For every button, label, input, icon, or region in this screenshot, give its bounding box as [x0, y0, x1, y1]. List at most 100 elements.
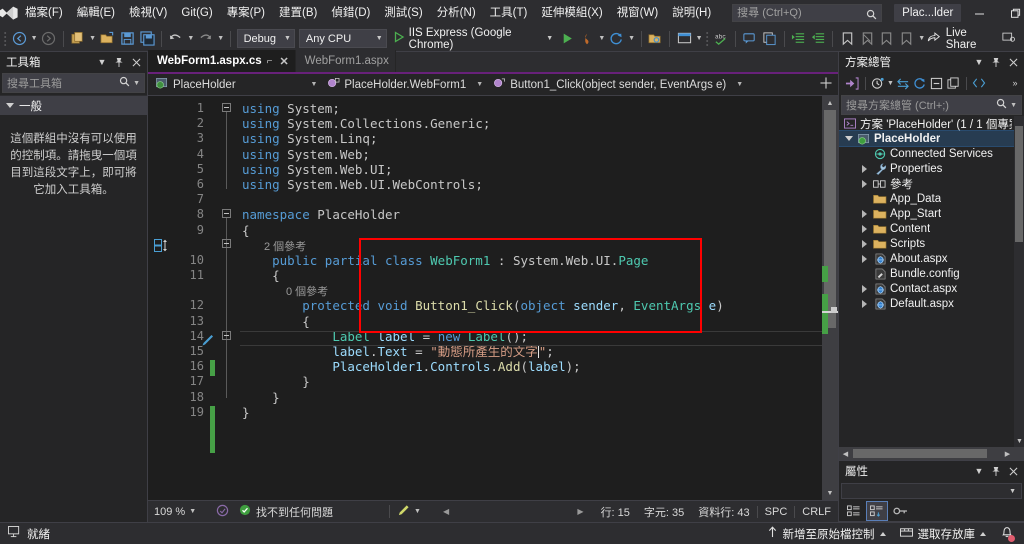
code-cleanup-dropdown-icon[interactable]: ▼ [414, 508, 421, 515]
view-code-icon[interactable] [971, 75, 987, 91]
menu-project[interactable]: 專案(P) [220, 2, 272, 24]
solution-explorer-search-box[interactable]: 搜尋方案總管 (Ctrl+;) ▼ [841, 95, 1022, 115]
tree-item-app-start[interactable]: App_Start [839, 206, 1024, 221]
select-repository-button[interactable]: 選取存放庫 [894, 524, 993, 544]
properties-menu-icon[interactable]: ▼ [972, 463, 986, 479]
expanded-triangle-icon-project[interactable] [843, 136, 854, 141]
properties-pin-icon[interactable] [989, 463, 1003, 479]
breadcrumb-project[interactable]: PlaceHolder [152, 75, 240, 95]
redo-dropdown-icon[interactable]: ▼ [216, 28, 226, 50]
browser-preview-icon[interactable] [646, 28, 666, 50]
menu-tools[interactable]: 工具(T) [483, 2, 535, 24]
tree-item-about-aspx[interactable]: About.aspx [839, 251, 1024, 266]
toolbar-grip[interactable] [2, 30, 9, 48]
code-lens-method[interactable]: 0 個參考 [240, 283, 822, 298]
menu-window[interactable]: 視窗(W) [610, 2, 666, 24]
solution-tree-horizontal-scrollbar[interactable]: ◀ ▶ [839, 447, 1024, 460]
minimize-button[interactable] [961, 0, 997, 26]
collapsed-triangle-icon-properties[interactable] [859, 165, 870, 173]
tree-item-placeholder-project[interactable]: PlaceHolder [839, 131, 1024, 146]
redo-icon[interactable] [196, 28, 216, 50]
tree-item-properties[interactable]: Properties [839, 161, 1024, 176]
menu-help[interactable]: 說明(H) [665, 2, 718, 24]
menu-edit[interactable]: 編輯(E) [70, 2, 122, 24]
line-ending-indicator[interactable]: CRLF [794, 506, 838, 518]
hscroll-thumb[interactable] [853, 449, 987, 458]
live-share-button[interactable]: Live Share [927, 27, 1024, 51]
save-icon[interactable] [117, 28, 137, 50]
hscroll-left-arrow-icon[interactable]: ◀ [839, 447, 852, 460]
solution-tree[interactable]: 方案 'PlaceHolder' (1 / 1 個專案 ▲ PlaceHolde… [839, 116, 1024, 447]
breadcrumb-project-dropdown-icon[interactable]: ▼ [304, 81, 323, 88]
properties-close-icon[interactable] [1006, 463, 1020, 479]
notifications-button[interactable] [994, 524, 1016, 544]
save-all-icon[interactable] [137, 28, 157, 50]
menu-debug[interactable]: 偵錯(D) [324, 2, 377, 24]
breadcrumb-member[interactable]: Button1_Click(object sender, EventArgs e… [489, 75, 730, 95]
pending-changes-dropdown-icon[interactable]: ▼ [887, 80, 894, 87]
menu-extensions[interactable]: 延伸模組(X) [534, 2, 609, 24]
solution-explorer-overflow-icon[interactable]: » [1010, 75, 1024, 91]
toggle-bookmark-icon[interactable] [837, 28, 857, 50]
navigate-backward-dropdown-icon[interactable]: ▼ [29, 28, 39, 50]
collapsed-triangle-icon-content[interactable] [859, 225, 870, 233]
collapsed-triangle-icon-about[interactable] [859, 255, 870, 263]
menu-view[interactable]: 檢視(V) [122, 2, 174, 24]
navigate-forward-icon[interactable] [39, 28, 59, 50]
menu-test[interactable]: 測試(S) [377, 2, 429, 24]
breadcrumb-type[interactable]: PlaceHolder.WebForm1 [323, 75, 470, 95]
new-project-dropdown-icon[interactable]: ▼ [88, 28, 98, 50]
alphabetical-view-icon[interactable] [867, 502, 887, 520]
global-search-input[interactable] [737, 7, 877, 19]
solution-explorer-pin-icon[interactable] [989, 54, 1003, 70]
solution-explorer-close-icon[interactable] [1006, 54, 1020, 70]
status-collapse-right-icon[interactable]: ▶ [577, 507, 593, 516]
breadcrumb-member-dropdown-icon[interactable]: ▼ [730, 81, 749, 88]
solution-explorer-home-icon[interactable] [843, 75, 861, 91]
global-search-box[interactable] [732, 4, 882, 22]
scroll-down-arrow-icon[interactable]: ▼ [822, 486, 838, 500]
breadcrumb-type-dropdown-icon[interactable]: ▼ [470, 81, 489, 88]
maximize-button[interactable] [997, 0, 1024, 26]
tree-item-scripts[interactable]: Scripts [839, 236, 1024, 251]
outlining-margin[interactable] [218, 96, 240, 500]
solution-explorer-menu-icon[interactable]: ▼ [972, 54, 986, 70]
toolbar-grip-2[interactable] [704, 30, 711, 48]
refresh-solution-icon[interactable] [912, 75, 928, 91]
properties-page-icon[interactable] [890, 502, 910, 520]
collapsed-triangle-icon-contact[interactable] [859, 285, 870, 293]
editor-vertical-scrollbar[interactable]: ▲ ▼ [822, 96, 838, 500]
collapsed-triangle-icon-references[interactable] [859, 180, 870, 188]
status-collapse-left-icon[interactable]: ◀ [443, 507, 449, 516]
menu-analyze[interactable]: 分析(N) [430, 2, 483, 24]
uncomment-selection-icon[interactable] [760, 28, 780, 50]
tab-pin-icon[interactable]: ⌐ [267, 56, 273, 67]
tab-webform1-aspx-cs[interactable]: WebForm1.aspx.cs ⌐ ✕ [148, 50, 296, 72]
zoom-level-selector[interactable]: 109 % ▼ [154, 506, 216, 518]
tree-item-references[interactable]: 參考 [839, 176, 1024, 191]
toolbox-search-box[interactable]: 搜尋工具箱 ▼ [2, 73, 145, 93]
next-bookmark-icon[interactable] [877, 28, 897, 50]
toolbox-pin-icon[interactable] [112, 54, 126, 70]
solution-configuration-combo[interactable]: Debug ▼ [237, 29, 295, 48]
menu-git[interactable]: Git(G) [174, 2, 219, 24]
split-editor-icon[interactable] [814, 77, 838, 92]
undo-icon[interactable] [166, 28, 186, 50]
toolbox-menu-icon[interactable]: ▼ [95, 54, 109, 70]
tree-item-connected-services[interactable]: Connected Services [839, 146, 1024, 161]
properties-object-combo[interactable]: ▼ [841, 483, 1022, 499]
sync-with-active-document-icon[interactable] [895, 75, 911, 91]
undo-dropdown-icon[interactable]: ▼ [186, 28, 196, 50]
code-text-area[interactable]: using System; using System.Collections.G… [240, 96, 822, 500]
solution-tree-scroll-down-icon[interactable]: ▼ [1016, 438, 1023, 445]
pending-changes-icon[interactable] [870, 75, 886, 91]
add-to-source-control-button[interactable]: 新增至原始檔控制 [761, 524, 892, 544]
categorized-view-icon[interactable] [844, 502, 864, 520]
menu-build[interactable]: 建置(B) [272, 2, 324, 24]
tab-close-icon[interactable]: ✕ [279, 55, 288, 68]
show-all-files-icon[interactable] [946, 75, 962, 91]
new-project-icon[interactable] [68, 28, 88, 50]
collapsed-triangle-icon-scripts[interactable] [859, 240, 870, 248]
glyph-margin[interactable] [148, 96, 174, 500]
tree-item-app-data[interactable]: App_Data [839, 191, 1024, 206]
